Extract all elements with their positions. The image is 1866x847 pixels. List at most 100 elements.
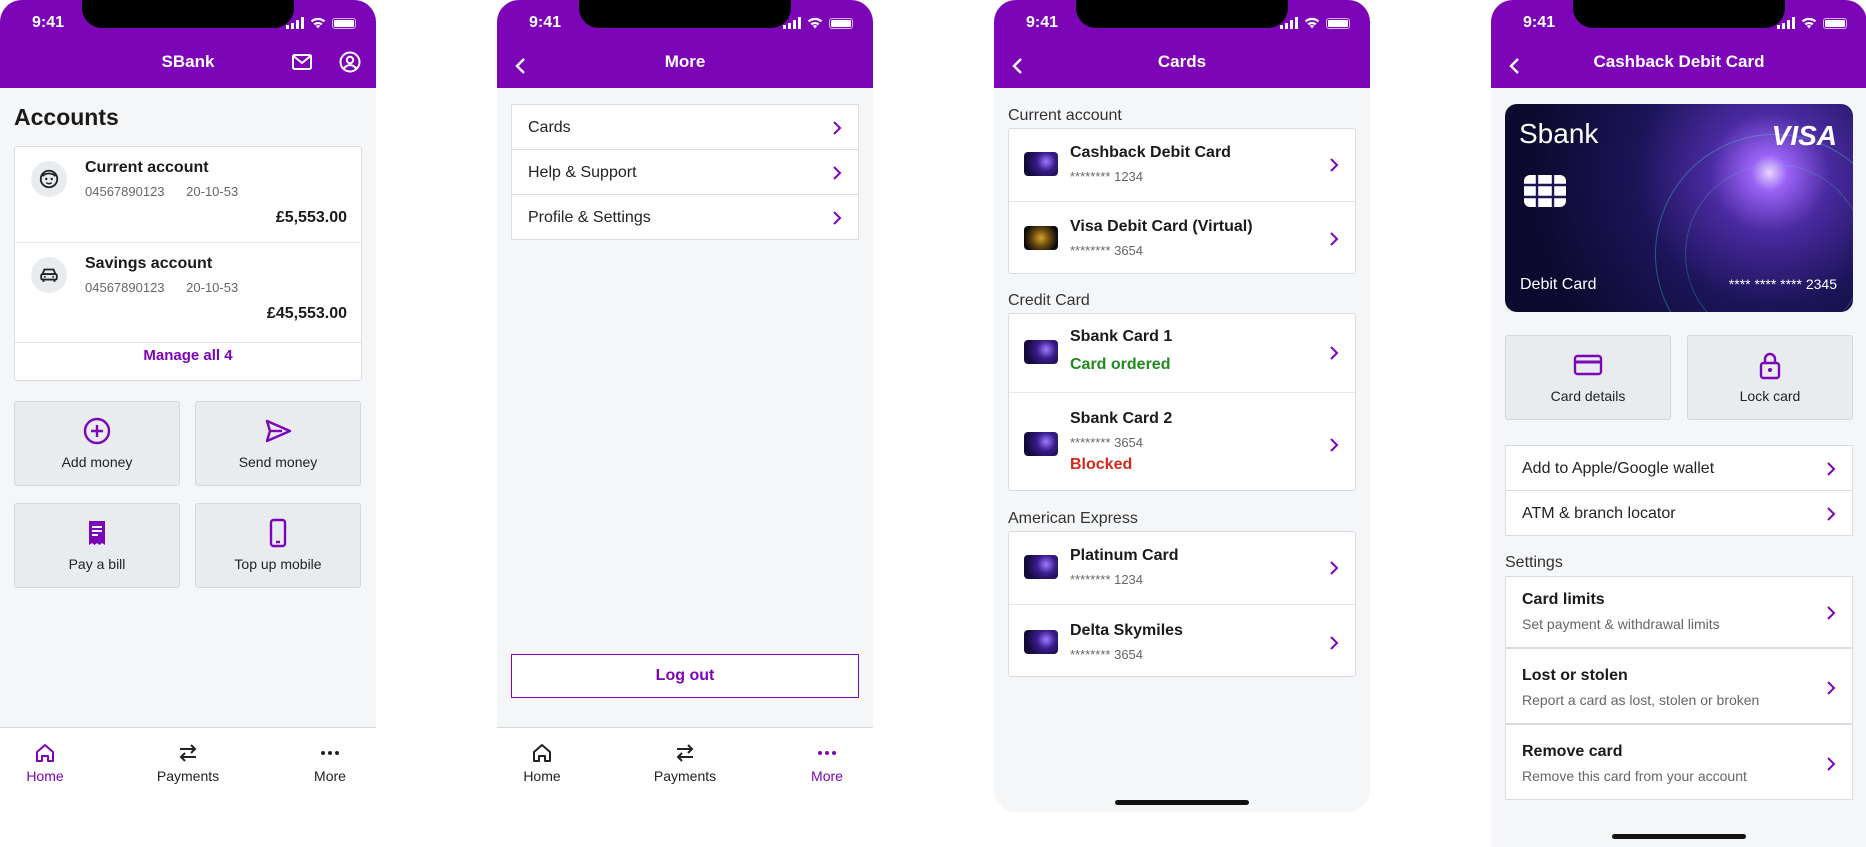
account-balance: £45,553.00	[266, 305, 347, 322]
tab-payments[interactable]: Payments	[635, 742, 735, 784]
card-details-label: Card details	[1550, 388, 1626, 404]
card-name: Delta Skymiles	[1070, 622, 1183, 639]
section-title: Credit Card	[1008, 292, 1090, 309]
link-label: Add to Apple/Google wallet	[1522, 460, 1715, 477]
logout-button[interactable]: Log out	[511, 654, 859, 698]
lock-icon	[1759, 352, 1781, 380]
menu-item-profile-settings[interactable]: Profile & Settings	[511, 194, 859, 240]
header-title: More	[664, 52, 706, 71]
home-icon	[533, 744, 551, 762]
lost-stolen-item[interactable]: Lost or stolen Report a card as lost, st…	[1505, 648, 1853, 724]
chevron-right-icon	[833, 166, 842, 180]
device-notch	[579, 0, 791, 28]
card-number: ******** 3654	[1070, 435, 1144, 450]
chevron-right-icon	[1330, 158, 1339, 172]
wifi-icon	[807, 17, 823, 29]
section-title: Current account	[1008, 107, 1122, 124]
lock-card-button[interactable]: Lock card	[1687, 335, 1853, 420]
device-notch	[82, 0, 294, 28]
tab-home[interactable]: Home	[0, 742, 95, 784]
mail-icon[interactable]	[290, 50, 314, 74]
signal-icon	[286, 17, 304, 29]
card-number: ******** 3654	[1070, 647, 1144, 662]
header-title: Cashback Debit Card	[1593, 52, 1765, 71]
setting-title: Lost or stolen	[1522, 667, 1628, 684]
card-thumbnail	[1024, 432, 1058, 456]
card-name: Cashback Debit Card	[1070, 144, 1231, 161]
mobile-icon	[269, 518, 287, 548]
wifi-icon	[1304, 17, 1320, 29]
more-screen: 9:41 More Cards Help & Support Profile &…	[497, 0, 873, 800]
setting-title: Card limits	[1522, 591, 1605, 608]
send-money-button[interactable]: Send money	[195, 401, 361, 486]
card-thumbnail	[1024, 226, 1058, 250]
more-icon	[321, 751, 339, 755]
tab-more[interactable]: More	[280, 742, 376, 784]
send-money-label: Send money	[238, 454, 318, 470]
card-thumbnail	[1024, 555, 1058, 579]
account-row-current[interactable]: Current account 04567890123 20-10-53 £5,…	[15, 147, 361, 243]
tab-home-label: Home	[523, 768, 561, 784]
chevron-right-icon	[1827, 462, 1836, 476]
pay-bill-button[interactable]: Pay a bill	[14, 503, 180, 588]
battery-icon	[829, 17, 853, 29]
battery-icon	[1823, 17, 1847, 29]
card-row[interactable]: Visa Debit Card (Virtual) ******** 3654	[1009, 202, 1355, 275]
wifi-icon	[1801, 17, 1817, 29]
setting-subtitle: Report a card as lost, stolen or broken	[1522, 692, 1760, 708]
card-name: Sbank Card 1	[1070, 328, 1173, 345]
transfer-icon	[676, 744, 694, 762]
chevron-right-icon	[1330, 438, 1339, 452]
bill-icon	[89, 521, 105, 545]
add-to-wallet-link[interactable]: Add to Apple/Google wallet	[1505, 445, 1853, 491]
lock-card-label: Lock card	[1739, 388, 1801, 404]
card-details-button[interactable]: Card details	[1505, 335, 1671, 420]
card-status-blocked: Blocked	[1070, 456, 1133, 473]
signal-icon	[783, 17, 801, 29]
tab-more-label: More	[314, 768, 346, 784]
menu-item-cards[interactable]: Cards	[511, 104, 859, 150]
profile-icon[interactable]	[338, 50, 362, 74]
atm-locator-link[interactable]: ATM & branch locator	[1505, 490, 1853, 536]
card-row[interactable]: Platinum Card ******** 1234	[1009, 532, 1355, 605]
device-notch	[1076, 0, 1288, 28]
card-brand-logo: Sbank	[1519, 118, 1599, 149]
card-type-label: Debit Card	[1520, 276, 1597, 293]
remove-card-item[interactable]: Remove card Remove this card from your a…	[1505, 724, 1853, 800]
card-thumbnail	[1024, 340, 1058, 364]
card-thumbnail	[1024, 630, 1058, 654]
card-limits-item[interactable]: Card limits Set payment & withdrawal lim…	[1505, 576, 1853, 648]
card-name: Sbank Card 2	[1070, 410, 1173, 427]
card-image: Sbank VISA Debit Card **** **** **** 234…	[1505, 104, 1853, 312]
card-icon	[1573, 354, 1603, 376]
card-row[interactable]: Cashback Debit Card ******** 1234	[1009, 129, 1355, 202]
card-row[interactable]: Sbank Card 2 ******** 3654 Blocked	[1009, 393, 1355, 492]
manage-accounts-link[interactable]: Manage all 4	[15, 347, 361, 364]
add-money-button[interactable]: Add money	[14, 401, 180, 486]
cards-screen: 9:41 Cards Current account Cashback Debi…	[994, 0, 1370, 812]
account-number: 04567890123	[85, 280, 165, 295]
account-row-savings[interactable]: Savings account 04567890123 20-10-53 £45…	[15, 243, 361, 343]
chevron-right-icon	[1827, 681, 1836, 695]
face-icon	[31, 161, 67, 197]
top-up-mobile-button[interactable]: Top up mobile	[195, 503, 361, 588]
home-indicator	[1612, 834, 1746, 839]
card-row[interactable]: Sbank Card 1 Card ordered	[1009, 314, 1355, 393]
card-number: **** **** **** 2345	[1728, 276, 1837, 292]
account-balance: £5,553.00	[275, 209, 347, 226]
chevron-right-icon	[1827, 757, 1836, 771]
car-icon	[31, 257, 67, 293]
chevron-right-icon	[1827, 606, 1836, 620]
tab-home[interactable]: Home	[497, 742, 592, 784]
chevron-right-icon	[1330, 346, 1339, 360]
card-row[interactable]: Delta Skymiles ******** 3654	[1009, 605, 1355, 678]
tab-payments[interactable]: Payments	[138, 742, 238, 784]
wifi-icon	[310, 17, 326, 29]
tab-home-label: Home	[26, 768, 64, 784]
pay-bill-label: Pay a bill	[68, 556, 126, 572]
menu-item-label: Help & Support	[528, 164, 637, 181]
account-name: Current account	[85, 159, 209, 176]
menu-item-help-support[interactable]: Help & Support	[511, 149, 859, 195]
tab-more[interactable]: More	[777, 742, 873, 784]
status-icons	[1280, 17, 1350, 29]
